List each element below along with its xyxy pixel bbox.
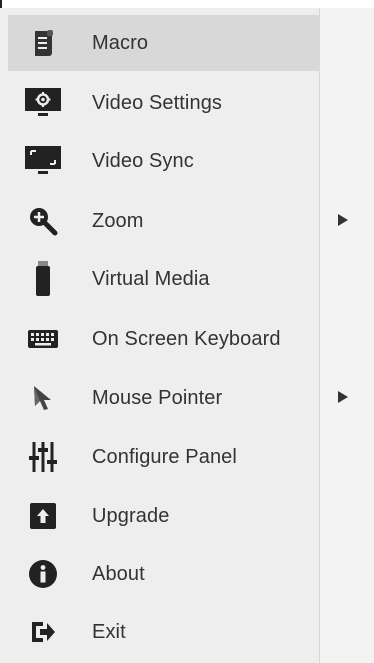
- menu-item-label: Mouse Pointer: [92, 386, 223, 409]
- zoom-submenu-arrow-icon[interactable]: [338, 214, 348, 226]
- zoom-in-icon: [20, 201, 66, 241]
- menu-item-virtual-media[interactable]: Virtual Media: [8, 251, 320, 307]
- menu-item-video-sync[interactable]: Video Sync: [8, 133, 320, 189]
- menu-item-label: Upgrade: [92, 504, 170, 527]
- menu-item-label: On Screen Keyboard: [92, 327, 281, 350]
- menu-item-label: Macro: [92, 31, 149, 54]
- menu-item-label: Zoom: [92, 209, 144, 232]
- menu-item-label: Video Sync: [92, 149, 194, 172]
- background-pane: [320, 8, 374, 663]
- menu-item-video-settings[interactable]: Video Settings: [8, 75, 320, 131]
- scroll-icon: [20, 23, 66, 63]
- menu-item-label: Configure Panel: [92, 445, 237, 468]
- exit-icon: [20, 612, 66, 652]
- context-menu: Macro Video Settings Video Sync Zoom Vir…: [8, 8, 320, 663]
- info-icon: [20, 554, 66, 594]
- upgrade-icon: [20, 496, 66, 536]
- menu-item-label: Exit: [92, 620, 126, 643]
- context-menu-window: Macro Video Settings Video Sync Zoom Vir…: [0, 0, 374, 663]
- menu-item-zoom[interactable]: Zoom: [8, 193, 320, 249]
- mouse-pointer-submenu-arrow-icon[interactable]: [338, 391, 348, 403]
- menu-item-label: Video Settings: [92, 91, 223, 114]
- menu-item-configure-panel[interactable]: Configure Panel: [8, 429, 320, 485]
- menu-item-label: About: [92, 562, 145, 585]
- menu-item-exit[interactable]: Exit: [8, 604, 320, 660]
- keyboard-icon: [20, 319, 66, 359]
- menu-item-mouse-pointer[interactable]: Mouse Pointer: [8, 370, 320, 426]
- monitor-sync-icon: [20, 141, 66, 181]
- menu-item-upgrade[interactable]: Upgrade: [8, 488, 320, 544]
- top-edge: [0, 0, 374, 8]
- menu-item-label: Virtual Media: [92, 267, 210, 290]
- menu-item-on-screen-keyboard[interactable]: On Screen Keyboard: [8, 311, 320, 367]
- sliders-icon: [20, 437, 66, 477]
- menu-item-about[interactable]: About: [8, 546, 320, 602]
- mouse-pointer-icon: [20, 378, 66, 418]
- monitor-gear-icon: [20, 83, 66, 123]
- usb-drive-icon: [20, 259, 66, 299]
- menu-item-macro[interactable]: Macro: [8, 15, 320, 71]
